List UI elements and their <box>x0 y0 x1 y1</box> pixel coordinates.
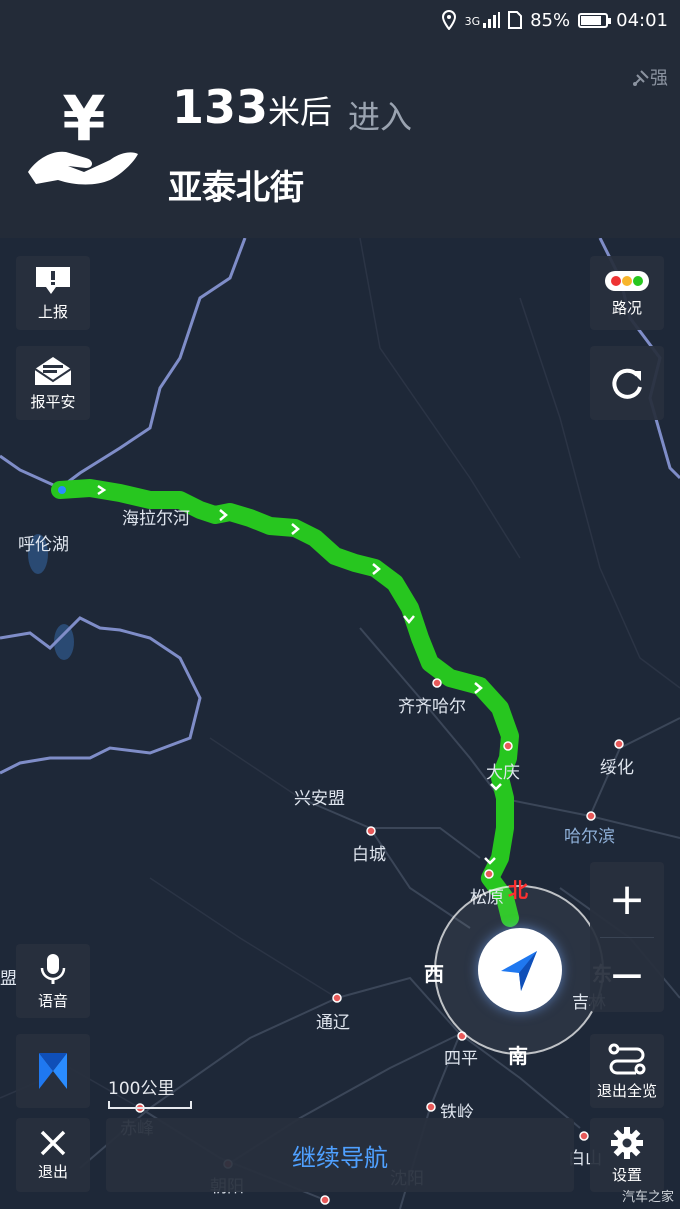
distance-value: 133 <box>172 80 269 134</box>
map-label: 盟 <box>0 969 17 989</box>
map-label: 通辽 <box>316 1013 350 1033</box>
safe-button[interactable]: 报平安 <box>16 346 90 420</box>
voice-button[interactable]: 语音 <box>16 944 90 1018</box>
map-label: 四平 <box>444 1049 478 1069</box>
envelope-icon <box>34 356 72 385</box>
compass-west: 西 <box>424 962 444 986</box>
heading-up-icon <box>39 1053 67 1089</box>
settings-label: 设置 <box>611 1165 642 1184</box>
gps-strength: 强 <box>632 64 668 90</box>
scale-bar <box>108 1101 192 1109</box>
sim-icon <box>508 11 523 29</box>
route-overview-icon <box>608 1043 646 1074</box>
overview-button[interactable]: 退出全览 <box>590 1034 664 1108</box>
action-label: 进入 <box>348 98 413 136</box>
status-bar: 3G 85% 04:01 <box>0 0 680 40</box>
map-label: 大庆 <box>486 763 520 783</box>
distance-label: 133米后 <box>172 80 332 134</box>
compass-south: 南 <box>508 1044 528 1068</box>
continue-navigation-button[interactable]: 继续导航 <box>106 1118 574 1192</box>
toll-station-icon: ¥ <box>26 80 146 194</box>
signal-icon <box>483 12 501 28</box>
orientation-button[interactable] <box>16 1034 90 1108</box>
svg-text:¥: ¥ <box>62 82 105 155</box>
close-icon <box>40 1130 66 1155</box>
map-label: 海拉尔河 <box>122 509 190 529</box>
compass-north: 北 <box>508 878 528 902</box>
map-view[interactable]: 呼伦湖 海拉尔河 齐齐哈尔 大庆 绥化 兴安盟 哈尔滨 白城 松原 吉林 盟 通… <box>0 238 680 1209</box>
report-label: 上报 <box>37 302 68 321</box>
traffic-label: 路况 <box>611 298 642 317</box>
exit-button[interactable]: 退出 <box>16 1118 90 1192</box>
gear-icon <box>611 1126 643 1159</box>
map-label: 呼伦湖 <box>18 535 69 555</box>
continue-navigation-label: 继续导航 <box>292 1143 388 1172</box>
refresh-icon <box>612 368 642 399</box>
voice-label: 语音 <box>37 991 68 1010</box>
battery-percent: 85% <box>530 9 571 31</box>
exit-label: 退出 <box>37 1162 68 1181</box>
overview-label: 退出全览 <box>596 1081 657 1100</box>
safe-label: 报平安 <box>30 392 76 411</box>
guidance-panel: ¥ 133米后 进入 亚泰北街 强 <box>0 40 680 238</box>
zoom-control: + − <box>590 862 664 1012</box>
map-label: 齐齐哈尔 <box>398 697 466 717</box>
battery-icon <box>578 12 612 28</box>
satellite-icon <box>633 70 649 86</box>
clock: 04:01 <box>616 9 668 31</box>
road-name: 亚泰北街 <box>168 168 304 208</box>
refresh-button[interactable] <box>590 346 664 420</box>
zoom-out-button[interactable]: − <box>590 938 664 1013</box>
zoom-in-button[interactable]: + <box>590 862 664 937</box>
vehicle-position <box>478 928 562 1012</box>
map-label: 哈尔滨 <box>564 827 615 847</box>
map-label: 兴安盟 <box>294 789 345 809</box>
map-label: 白城 <box>352 845 386 865</box>
location-icon <box>441 10 456 30</box>
report-icon <box>36 266 70 294</box>
scale-label: 100公里 <box>108 1079 175 1099</box>
report-button[interactable]: 上报 <box>16 256 90 330</box>
navigation-arrow-icon <box>501 951 537 991</box>
traffic-button[interactable]: 路况 <box>590 256 664 330</box>
map-canvas <box>0 238 680 1209</box>
distance-unit: 米后 <box>268 93 333 131</box>
watermark: 汽车之家 <box>621 1190 674 1205</box>
network-type: 3G <box>464 15 481 28</box>
microphone-icon <box>40 953 66 984</box>
map-scale: 100公里 <box>108 1074 192 1109</box>
map-label: 绥化 <box>600 758 634 778</box>
traffic-light-icon <box>605 270 649 291</box>
settings-button[interactable]: 设置 <box>590 1118 664 1192</box>
